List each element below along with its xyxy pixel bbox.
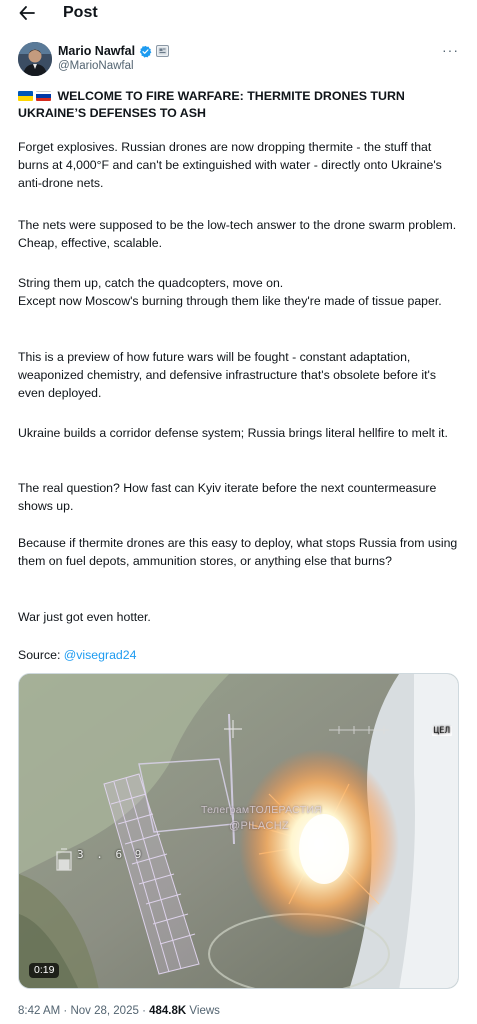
video-watermark-2: @PILACHZ: [229, 820, 290, 832]
display-name[interactable]: Mario Nawfal: [58, 44, 135, 58]
verified-badge-icon[interactable]: [139, 45, 152, 58]
more-horizontal-icon: ···: [442, 42, 459, 58]
user-handle[interactable]: @MarioNawfal: [58, 59, 134, 73]
post-paragraph-2: The nets were supposed to be the low-tec…: [18, 218, 457, 250]
post-paragraph-4: This is a preview of how future wars wil…: [18, 350, 437, 400]
more-options-button[interactable]: ···: [442, 42, 459, 58]
post-paragraph-3a: String them up, catch the quadcopters, m…: [18, 276, 284, 290]
post-paragraph-8: War just got even hotter.: [18, 610, 151, 624]
post-meta: 8:42 AM · Nov 28, 2025 · 484.8K Views: [18, 1005, 220, 1017]
page-title: Post: [63, 4, 98, 21]
post-paragraph-1: Forget explosives. Russian drones are no…: [18, 140, 442, 190]
views-count: 484.8K: [149, 1005, 187, 1017]
hud-indicator: ЦЕЛ: [431, 726, 452, 736]
arrow-left-icon: [19, 6, 35, 20]
back-button[interactable]: [14, 3, 40, 23]
video-player[interactable]: ЦЕЛ 3 . 6 9 ТелеграмТОЛЕРАСТИЯ @PILACHZ …: [18, 673, 459, 989]
post-source: Source: @visegrad24: [18, 646, 460, 664]
source-label: Source:: [18, 648, 64, 662]
avatar[interactable]: [18, 42, 52, 76]
ukraine-flag-icon: [18, 91, 33, 101]
hud-readout: 3 . 6 9: [77, 848, 145, 861]
affiliate-badge-icon[interactable]: [156, 45, 170, 57]
views-label: Views: [189, 1005, 220, 1017]
post-headline: WELCOME TO FIRE WARFARE: THERMITE DRONES…: [18, 88, 458, 122]
headline-text: WELCOME TO FIRE WARFARE: THERMITE DRONES…: [18, 89, 405, 120]
post-paragraph-7: Because if thermite drones are this easy…: [18, 536, 458, 568]
source-link[interactable]: @visegrad24: [64, 648, 137, 662]
post-paragraph-5: Ukraine builds a corridor defense system…: [18, 426, 448, 440]
top-bar: Post: [0, 0, 477, 28]
post-paragraph-3b: Except now Moscow's burning through them…: [18, 294, 442, 308]
author-row: Mario Nawfal @MarioNawfal ···: [18, 42, 463, 76]
video-watermark-1: ТелеграмТОЛЕРАСТИЯ: [201, 804, 323, 816]
video-duration-badge: 0:19: [29, 963, 60, 978]
russia-flag-icon: [36, 91, 51, 101]
post-time[interactable]: 8:42 AM: [18, 1005, 60, 1017]
post-date[interactable]: Nov 28, 2025: [70, 1005, 138, 1017]
post-paragraph-6: The real question? How fast can Kyiv ite…: [18, 481, 437, 513]
